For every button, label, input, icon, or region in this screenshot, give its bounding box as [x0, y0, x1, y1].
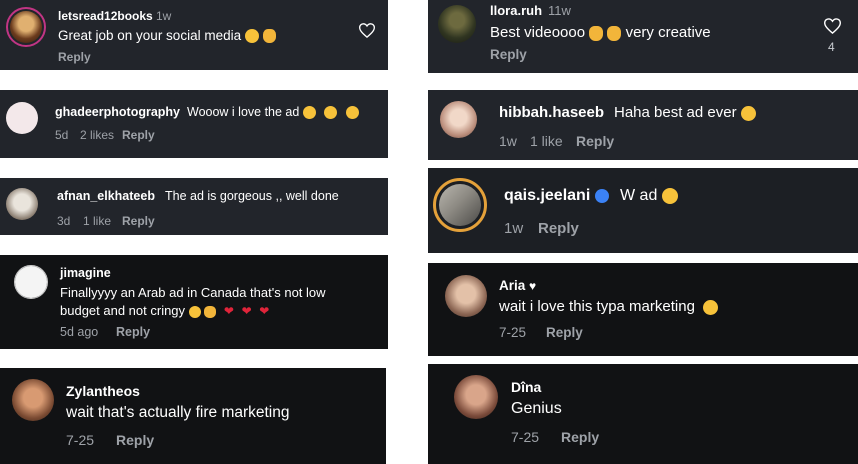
timestamp: 7-25 — [499, 325, 527, 340]
white-heart-emoji-icon: ♥ — [529, 279, 537, 293]
comment-card-ghadeerphotography: ghadeerphotography Wooow i love the ad 5… — [0, 90, 388, 158]
avatar[interactable] — [6, 188, 38, 220]
username[interactable]: letsread12books — [58, 9, 153, 23]
avatar[interactable] — [454, 375, 498, 419]
clapping-hands-emoji-icon — [607, 25, 622, 41]
heart-outline-icon[interactable] — [824, 18, 841, 34]
comment-text: W ad — [620, 187, 678, 205]
thumbs-up-emoji-icon — [262, 29, 276, 44]
star-struck-emoji-icon — [324, 106, 338, 120]
reply-button[interactable]: Reply — [116, 325, 150, 339]
reply-button[interactable]: Reply — [538, 220, 579, 237]
comment-card-zylantheos: Zylantheos wait that's actually fire mar… — [0, 368, 386, 464]
star-struck-emoji-icon — [302, 106, 316, 120]
comment-text: Wooow i love the ad — [187, 105, 359, 120]
comment-card-aria: Aria ♥ wait i love this typa marketing 7… — [428, 263, 858, 356]
reply-button[interactable]: Reply — [546, 325, 583, 340]
username[interactable]: qais.jeelani — [504, 187, 609, 205]
timestamp: 1w — [156, 9, 172, 23]
avatar[interactable] — [440, 101, 477, 138]
timestamp: 3d — [57, 214, 71, 228]
username[interactable]: hibbah.haseeb — [499, 104, 604, 121]
comment-text: wait that's actually fire marketing — [66, 404, 290, 421]
star-struck-emoji-icon — [345, 106, 359, 120]
like-count: 1 like — [83, 214, 112, 228]
username[interactable]: jimagine — [60, 266, 111, 280]
reply-button[interactable]: Reply — [122, 214, 155, 228]
avatar[interactable] — [10, 11, 42, 43]
clapping-hands-emoji-icon — [204, 305, 217, 318]
loudly-crying-emoji-icon — [188, 305, 201, 318]
comment-card-letsread12books: letsread12books 1w Great job on your soc… — [0, 0, 388, 70]
red-heart-emoji-icon: ❤ — [223, 304, 234, 318]
avatar[interactable] — [12, 379, 54, 421]
comment-text: Haha best ad ever — [614, 104, 756, 121]
tears-of-joy-emoji-icon — [740, 105, 756, 121]
like-count: 2 likes — [80, 128, 115, 142]
avatar[interactable] — [438, 5, 476, 43]
timestamp: 7-25 — [511, 429, 540, 445]
like-count: 1 like — [530, 133, 563, 149]
comment-text: Genius — [511, 400, 562, 417]
username[interactable]: Dîna — [511, 379, 541, 395]
comment-text-line2: budget and not cringy ❤ ❤ ❤ — [60, 303, 270, 318]
like-count: 4 — [828, 40, 835, 54]
heart-outline-icon[interactable] — [359, 23, 375, 38]
timestamp: 1w — [499, 133, 517, 149]
verified-badge-icon — [594, 188, 609, 203]
comment-card-dina: Dîna Genius 7-25 Reply — [428, 364, 858, 464]
comment-card-hibbah-haseeb: hibbah.haseeb Haha best ad ever 1w 1 lik… — [428, 90, 858, 160]
reply-button[interactable]: Reply — [561, 429, 599, 445]
comment-card-jimagine: jimagine Finallyyyy an Arab ad in Canada… — [0, 255, 388, 349]
clapping-hands-emoji-icon — [589, 25, 604, 41]
red-heart-emoji-icon: ❤ — [259, 304, 270, 318]
reply-button[interactable]: Reply — [490, 47, 527, 62]
timestamp: 1w — [504, 220, 524, 237]
avatar[interactable] — [6, 102, 38, 134]
avatar[interactable] — [14, 265, 48, 299]
reply-button[interactable]: Reply — [58, 50, 91, 64]
tears-of-joy-emoji-icon — [661, 187, 678, 204]
red-heart-emoji-icon: ❤ — [241, 304, 252, 318]
timestamp: 11w — [548, 3, 571, 18]
timestamp: 7-25 — [66, 432, 95, 448]
reply-button[interactable]: Reply — [576, 133, 614, 149]
username[interactable]: Aria ♥ — [499, 278, 536, 293]
avatar[interactable] — [439, 184, 481, 226]
comment-text: Great job on your social media — [58, 28, 276, 44]
timestamp: 5d — [55, 128, 69, 142]
avatar[interactable] — [445, 275, 487, 317]
username[interactable]: Zylantheos — [66, 383, 140, 399]
username[interactable]: afnan_elkhateeb — [57, 189, 155, 203]
comment-text: The ad is gorgeous ,, well done — [165, 189, 339, 203]
comment-card-afnan-elkhateeb: afnan_elkhateeb The ad is gorgeous ,, we… — [0, 178, 388, 235]
star-struck-emoji-icon — [244, 29, 259, 44]
tears-of-joy-emoji-icon — [703, 299, 719, 315]
comment-card-qais-jeelani: qais.jeelani W ad 1w Reply — [428, 168, 858, 253]
username[interactable]: llora.ruh — [490, 3, 542, 18]
comment-text: wait i love this typa marketing — [499, 298, 719, 315]
reply-button[interactable]: Reply — [116, 432, 154, 448]
username[interactable]: ghadeerphotography — [55, 105, 180, 119]
reply-button[interactable]: Reply — [122, 128, 155, 142]
comment-text: Best videoooo very creative — [490, 24, 711, 41]
timestamp: 5d ago — [60, 325, 99, 339]
comment-card-llora-ruh: llora.ruh 11w Best videoooo very creativ… — [428, 0, 858, 73]
comment-text-line1: Finallyyyy an Arab ad in Canada that's n… — [60, 285, 326, 300]
